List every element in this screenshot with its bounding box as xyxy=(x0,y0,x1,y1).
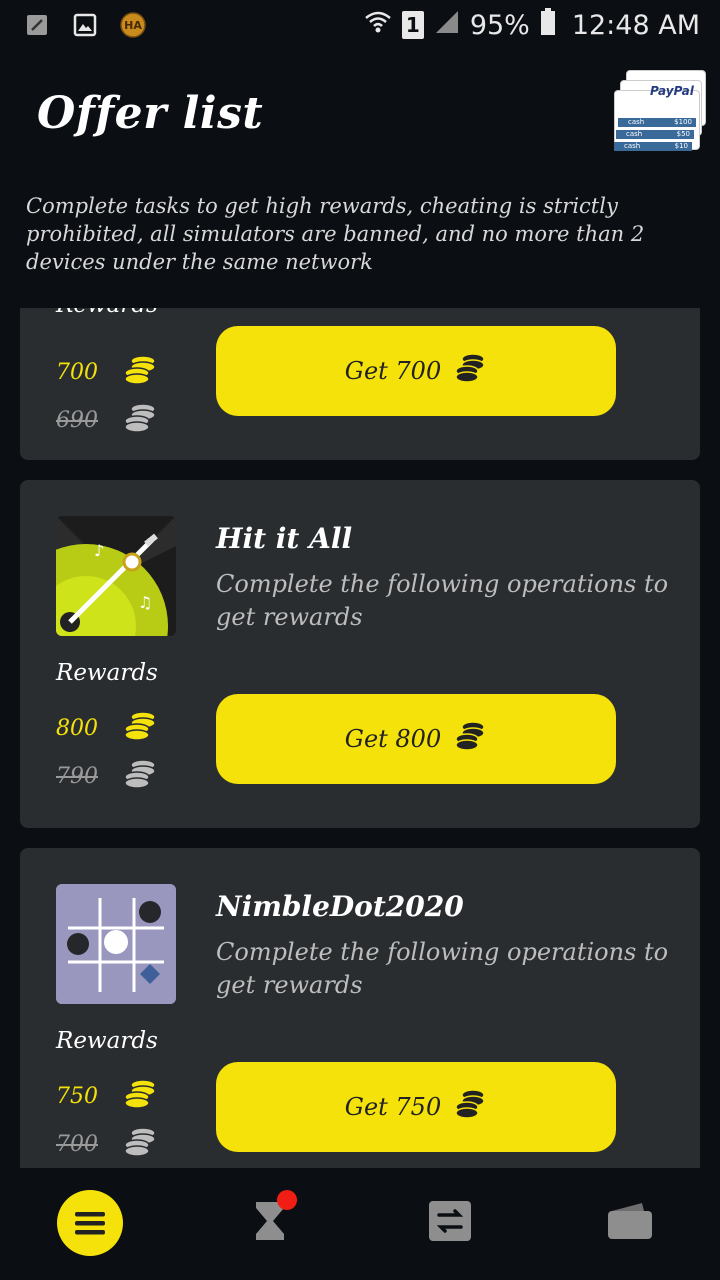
offer-card: Rewards 700 690 Get 700 xyxy=(20,308,700,460)
gold-coins-icon xyxy=(124,354,158,390)
reward-new-value: 750 xyxy=(56,1083,98,1109)
reward-old-value: 690 xyxy=(56,407,98,433)
image-icon xyxy=(72,12,98,38)
wallet-icon xyxy=(606,1201,654,1245)
ha-app-icon: HA xyxy=(120,12,146,38)
cash-strip-3: cash $10 xyxy=(614,142,692,151)
reward-new-row: 700 xyxy=(56,354,158,390)
nav-exchange[interactable] xyxy=(415,1188,485,1258)
coins-icon xyxy=(455,1089,487,1125)
page-subtitle: Complete tasks to get high rewards, chea… xyxy=(26,194,645,274)
brush-icon xyxy=(24,12,50,38)
cash-strip-amount: $100 xyxy=(674,118,692,126)
cash-strip-label: cash xyxy=(624,142,641,150)
battery-percent: 95% xyxy=(469,9,530,41)
svg-text:♪: ♪ xyxy=(94,541,104,560)
rewards-label: Rewards xyxy=(56,1028,158,1054)
reward-new-row: 800 xyxy=(56,710,158,746)
sim-indicator: 1 xyxy=(401,11,424,39)
reward-new-row: 750 xyxy=(56,1078,158,1114)
cash-strip-label: cash xyxy=(626,130,643,138)
rewards-label: Rewards xyxy=(56,660,158,686)
rewards-label: Rewards xyxy=(56,308,158,318)
gold-coins-icon xyxy=(124,710,158,746)
cash-strip-label: cash xyxy=(628,118,645,126)
svg-text:HA: HA xyxy=(124,19,142,32)
reward-old-value: 700 xyxy=(56,1131,98,1157)
paypal-cards-image[interactable]: PayPal cash $100 cash $50 cash $10 xyxy=(612,70,708,152)
gray-coins-icon xyxy=(124,758,158,794)
gray-coins-icon xyxy=(124,402,158,438)
gold-coins-icon xyxy=(124,1078,158,1114)
exchange-icon xyxy=(427,1199,473,1247)
nav-offers[interactable] xyxy=(55,1188,125,1258)
offer-list[interactable]: Rewards 700 690 Get 700 xyxy=(0,308,720,1168)
clock: 12:48 AM xyxy=(571,9,700,41)
offer-card: ♪ ♫ Hit it All Complete the following op… xyxy=(20,480,700,828)
get-reward-button[interactable]: Get 700 xyxy=(216,326,616,416)
get-button-label: Get 750 xyxy=(344,1093,442,1121)
page-header: Offer list PayPal cash $100 cash $50 cash $… xyxy=(0,60,720,180)
reward-old-value: 790 xyxy=(56,763,98,789)
svg-text:♫: ♫ xyxy=(138,593,152,612)
nimbledot-app-icon[interactable] xyxy=(56,884,176,1004)
nav-tasks[interactable] xyxy=(235,1188,305,1258)
bottom-navigation xyxy=(0,1168,720,1280)
get-reward-button[interactable]: Get 800 xyxy=(216,694,616,784)
cash-strip-amount: $50 xyxy=(676,130,690,138)
reward-old-row: 690 xyxy=(56,402,158,438)
coins-icon xyxy=(455,353,487,389)
nav-wallet[interactable] xyxy=(595,1188,665,1258)
get-button-label: Get 800 xyxy=(344,725,442,753)
offer-description: Complete the following operations to get… xyxy=(216,570,669,631)
reward-new-value: 800 xyxy=(56,715,98,741)
hit-it-all-app-icon[interactable]: ♪ ♫ xyxy=(56,516,176,636)
page-title: Offer list xyxy=(37,88,264,139)
offer-card: NimbleDot2020 Complete the following ope… xyxy=(20,848,700,1168)
cash-strip-1: cash $100 xyxy=(618,118,696,127)
battery-icon xyxy=(540,7,556,43)
cash-strip-2: cash $50 xyxy=(616,130,694,139)
cash-strip-amount: $10 xyxy=(674,142,688,150)
paypal-logo: PayPal xyxy=(650,84,694,98)
get-reward-button[interactable]: Get 750 xyxy=(216,1062,616,1152)
get-button-label: Get 700 xyxy=(344,357,442,385)
offers-menu-icon xyxy=(57,1190,123,1256)
gray-coins-icon xyxy=(124,1126,158,1162)
reward-old-row: 700 xyxy=(56,1126,158,1162)
reward-new-value: 700 xyxy=(56,359,98,385)
coins-icon xyxy=(455,721,487,757)
offer-description: Complete the following operations to get… xyxy=(216,938,669,999)
offer-title: NimbleDot2020 xyxy=(216,890,464,923)
notification-badge xyxy=(277,1190,297,1210)
offer-title: Hit it All xyxy=(216,522,353,555)
status-bar: HA 1 95% 12:48 AM xyxy=(0,0,720,50)
reward-old-row: 790 xyxy=(56,758,158,794)
signal-icon xyxy=(434,9,460,42)
wifi-icon xyxy=(364,9,392,42)
